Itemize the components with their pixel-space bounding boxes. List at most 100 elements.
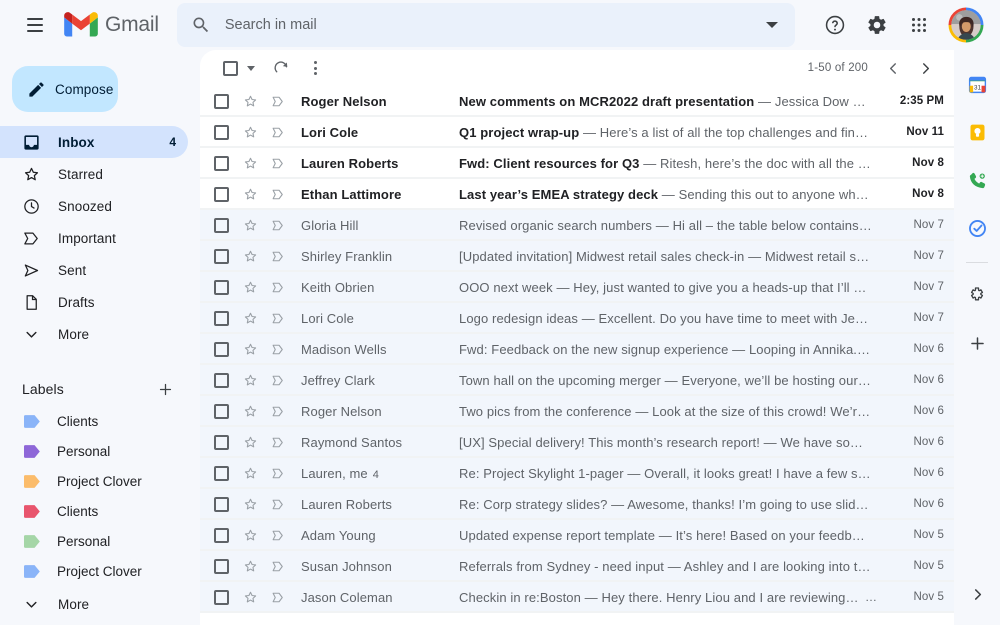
email-checkbox[interactable] [214, 155, 229, 171]
star-icon[interactable] [241, 92, 259, 110]
important-marker-icon[interactable] [269, 216, 287, 234]
email-row[interactable]: Susan Johnson Referrals from Sydney - nee… [200, 551, 954, 582]
sidebar-item-starred[interactable]: Starred [0, 158, 188, 190]
email-row[interactable]: Lori Cole Q1 project wrap-up — Here’s a l… [200, 117, 954, 148]
star-icon[interactable] [241, 495, 259, 513]
star-icon[interactable] [241, 340, 259, 358]
email-checkbox[interactable] [214, 279, 229, 295]
important-marker-icon[interactable] [269, 464, 287, 482]
google-calendar-icon[interactable]: 31 [957, 64, 997, 104]
important-marker-icon[interactable] [269, 557, 287, 575]
important-marker-icon[interactable] [269, 371, 287, 389]
star-icon[interactable] [241, 309, 259, 327]
sidebar-item-inbox[interactable]: Inbox 4 [0, 126, 188, 158]
settings-gear-icon[interactable] [858, 6, 896, 44]
sidebar-label-clients-blue[interactable]: Clients [0, 406, 188, 436]
google-keep-icon[interactable] [957, 112, 997, 152]
important-marker-icon[interactable] [269, 340, 287, 358]
email-row[interactable]: Jason Coleman Checkin in re:Boston — Hey … [200, 582, 954, 613]
important-marker-icon[interactable] [269, 123, 287, 141]
email-checkbox[interactable] [214, 527, 229, 543]
google-voice-icon[interactable] [957, 160, 997, 200]
email-row[interactable]: Keith Obrien OOO next week — Hey, just wa… [200, 272, 954, 303]
star-icon[interactable] [241, 402, 259, 420]
email-row[interactable]: Lauren Roberts Fwd: Client resources for … [200, 148, 954, 179]
star-icon[interactable] [241, 371, 259, 389]
important-marker-icon[interactable] [269, 278, 287, 296]
email-checkbox[interactable] [214, 186, 229, 202]
search-input[interactable] [224, 17, 757, 33]
compose-button[interactable]: Compose [12, 66, 118, 112]
email-row[interactable]: Shirley Franklin [Updated invitation] Mid… [200, 241, 954, 272]
email-checkbox[interactable] [214, 372, 229, 388]
star-icon[interactable] [241, 588, 259, 606]
email-row[interactable]: Lauren Roberts Re: Corp strategy slides? … [200, 489, 954, 520]
email-checkbox[interactable] [214, 93, 229, 109]
email-row[interactable]: Roger Nelson New comments on MCR2022 draf… [200, 86, 954, 117]
star-icon[interactable] [241, 464, 259, 482]
email-row[interactable]: Lauren, me 4 Re: Project Skylight 1-pager … [200, 458, 954, 489]
important-marker-icon[interactable] [269, 92, 287, 110]
sidebar-label-clients-red[interactable]: Clients [0, 496, 188, 526]
sidebar-item-more[interactable]: More [0, 318, 188, 350]
email-row[interactable]: Madison Wells Fwd: Feedback on the new si… [200, 334, 954, 365]
google-tasks-icon[interactable] [957, 208, 997, 248]
hamburger-menu-icon[interactable] [18, 8, 52, 42]
important-marker-icon[interactable] [269, 402, 287, 420]
star-icon[interactable] [241, 185, 259, 203]
star-icon[interactable] [241, 216, 259, 234]
account-avatar[interactable] [946, 5, 986, 45]
star-icon[interactable] [241, 123, 259, 141]
sidebar-label-personal-purple[interactable]: Personal [0, 436, 188, 466]
plus-icon[interactable] [154, 378, 176, 400]
sidebar-item-drafts[interactable]: Drafts [0, 286, 188, 318]
sidebar-item-important[interactable]: Important [0, 222, 188, 254]
more-options-button[interactable] [299, 52, 331, 84]
sidebar-labels-more[interactable]: More [0, 588, 200, 620]
gmail-logo[interactable]: Gmail [64, 12, 159, 38]
important-marker-icon[interactable] [269, 185, 287, 203]
email-checkbox[interactable] [214, 403, 229, 419]
email-checkbox[interactable] [214, 589, 229, 605]
star-icon[interactable] [241, 526, 259, 544]
sidebar-label-project-clover-orange[interactable]: Project Clover [0, 466, 188, 496]
next-page-button[interactable] [910, 53, 940, 83]
important-marker-icon[interactable] [269, 495, 287, 513]
expand-panel-button[interactable] [960, 577, 994, 611]
select-all-checkbox[interactable] [214, 52, 246, 84]
sidebar-item-snoozed[interactable]: Snoozed [0, 190, 188, 222]
search-options-button[interactable] [757, 10, 787, 40]
sidebar-label-project-clover-blue[interactable]: Project Clover [0, 556, 188, 586]
email-checkbox[interactable] [214, 124, 229, 140]
star-icon[interactable] [241, 557, 259, 575]
email-checkbox[interactable] [214, 217, 229, 233]
important-marker-icon[interactable] [269, 247, 287, 265]
support-icon[interactable] [816, 6, 854, 44]
plus-icon[interactable] [957, 323, 997, 363]
email-checkbox[interactable] [214, 248, 229, 264]
important-marker-icon[interactable] [269, 526, 287, 544]
email-checkbox[interactable] [214, 465, 229, 481]
important-marker-icon[interactable] [269, 309, 287, 327]
email-row[interactable]: Roger Nelson Two pics from the conference… [200, 396, 954, 427]
star-icon[interactable] [241, 433, 259, 451]
important-marker-icon[interactable] [269, 433, 287, 451]
email-checkbox[interactable] [214, 341, 229, 357]
email-row[interactable]: Adam Young Updated expense report templat… [200, 520, 954, 551]
star-icon[interactable] [241, 154, 259, 172]
email-row[interactable]: Gloria Hill Revised organic search number… [200, 210, 954, 241]
caret-down-icon[interactable] [247, 65, 255, 71]
email-row[interactable]: Raymond Santos [UX] Special delivery! Thi… [200, 427, 954, 458]
email-row[interactable]: Ethan Lattimore Last year’s EMEA strategy… [200, 179, 954, 210]
refresh-button[interactable] [265, 52, 297, 84]
star-icon[interactable] [241, 247, 259, 265]
email-checkbox[interactable] [214, 496, 229, 512]
star-icon[interactable] [241, 278, 259, 296]
email-checkbox[interactable] [214, 434, 229, 450]
email-row[interactable]: Jeffrey Clark Town hall on the upcoming m… [200, 365, 954, 396]
important-marker-icon[interactable] [269, 154, 287, 172]
email-checkbox[interactable] [214, 558, 229, 574]
email-row[interactable]: Lori Cole Logo redesign ideas — Excellent… [200, 303, 954, 334]
email-checkbox[interactable] [214, 310, 229, 326]
important-marker-icon[interactable] [269, 588, 287, 606]
